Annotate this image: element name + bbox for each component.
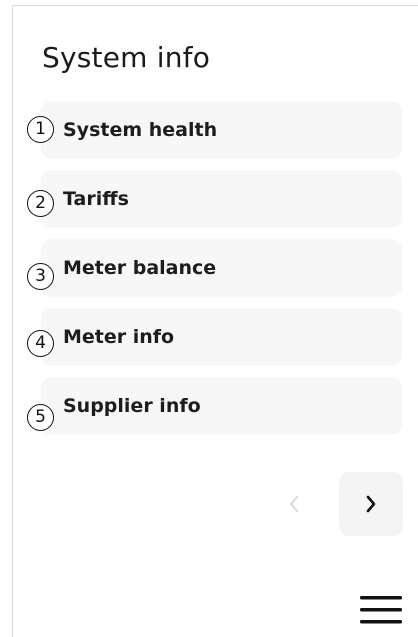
menu-item-label: Meter balance [63, 257, 217, 279]
chevron-left-icon [289, 495, 299, 513]
menu-item-label: Meter info [63, 326, 175, 348]
item-number-marker: 1 [27, 116, 54, 143]
menu-item-supplier-info[interactable]: Supplier info [41, 377, 402, 435]
item-number-marker: 4 [27, 330, 54, 357]
item-number-marker: 3 [27, 263, 54, 290]
menu-item-label: System health [63, 119, 218, 141]
menu-item-label: Supplier info [63, 395, 201, 417]
menu-item-meter-info[interactable]: Meter info [41, 308, 402, 366]
menu-item-system-health[interactable]: System health [41, 101, 402, 159]
item-number-marker: 2 [27, 190, 54, 217]
chevron-right-icon [366, 495, 376, 513]
menu-item-tariffs[interactable]: Tariffs [41, 170, 402, 228]
hamburger-menu-button[interactable] [358, 590, 404, 630]
menu-item-meter-balance[interactable]: Meter balance [41, 239, 402, 297]
hamburger-menu-icon [360, 596, 402, 624]
next-page-button[interactable] [339, 472, 403, 536]
item-number-marker: 5 [27, 404, 54, 431]
menu-item-label: Tariffs [63, 188, 129, 210]
previous-page-button[interactable] [262, 472, 326, 536]
page-title: System info [42, 41, 211, 74]
